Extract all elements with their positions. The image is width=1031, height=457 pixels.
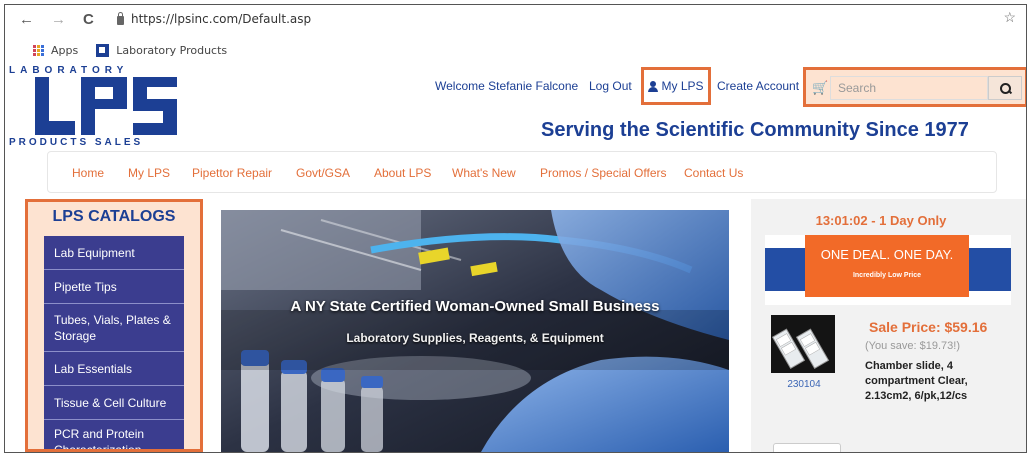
- tagline: Serving the Scientific Community Since 1…: [541, 119, 969, 141]
- web-page: LABORATORY PRODUCTS SALES Welcome Stefan…: [5, 63, 1026, 452]
- nav-govt-gsa[interactable]: Govt/GSA: [296, 166, 350, 180]
- create-account-link[interactable]: Create Account: [717, 79, 799, 93]
- bookmarks-bar: Apps Laboratory Products: [33, 41, 227, 59]
- apps-grid-icon[interactable]: [33, 44, 44, 56]
- forward-arrow-icon[interactable]: →: [51, 11, 66, 28]
- catalog-item-pipette-tips[interactable]: Pipette Tips: [44, 270, 184, 304]
- lock-icon: [117, 11, 124, 25]
- catalog-list: Lab Equipment Pipette Tips Tubes, Vials,…: [44, 236, 184, 449]
- bookmark-star-icon[interactable]: ☆: [1003, 9, 1016, 26]
- nav-pipettor-repair[interactable]: Pipettor Repair: [192, 166, 272, 180]
- back-arrow-icon[interactable]: ←: [19, 11, 34, 28]
- my-lps-label: My LPS: [661, 79, 704, 93]
- nav-about-lps[interactable]: About LPS: [374, 166, 431, 180]
- bookmark-apps[interactable]: Apps: [51, 44, 78, 57]
- catalog-item-tissue-cell-culture[interactable]: Tissue & Cell Culture: [44, 386, 184, 420]
- nav-my-lps[interactable]: My LPS: [128, 166, 170, 180]
- hero-subtitle: Laboratory Supplies, Reagents, & Equipme…: [346, 331, 604, 345]
- bookmark-favicon-icon: [96, 43, 110, 57]
- reload-icon[interactable]: C: [83, 11, 94, 28]
- logo-bottom-text: PRODUCTS SALES: [9, 137, 144, 148]
- deal-timer: 13:01:02 - 1 Day Only: [815, 213, 947, 228]
- catalog-item-lab-equipment[interactable]: Lab Equipment: [44, 236, 184, 270]
- nav-whats-new[interactable]: What's New: [452, 166, 516, 180]
- logo-top-text: LABORATORY: [9, 65, 129, 76]
- lps-logo[interactable]: LABORATORY PRODUCTS SALES: [9, 65, 179, 148]
- hero-title: A NY State Certified Woman-Owned Small B…: [290, 298, 660, 315]
- catalog-item-pcr-protein[interactable]: PCR and Protein Characterization: [44, 420, 184, 449]
- catalog-item-tubes-vials[interactable]: Tubes, Vials, Plates & Storage: [44, 304, 184, 352]
- deal-banner-subtitle: Incredibly Low Price: [852, 272, 922, 279]
- sidebar-title: LPS CATALOGS: [52, 208, 176, 225]
- person-icon: [648, 80, 659, 92]
- nav-home[interactable]: Home: [72, 166, 104, 180]
- product-image[interactable]: [771, 315, 835, 373]
- sale-price: Sale Price: $59.16: [869, 319, 988, 335]
- address-bar[interactable]: https://lpsinc.com/Default.asp: [117, 7, 987, 31]
- daily-deal-panel: 13:01:02 - 1 Day Only ONE DEAL. ONE DAY.…: [751, 199, 1026, 452]
- hero-banner[interactable]: A NY State Certified Woman-Owned Small B…: [221, 210, 729, 452]
- catalog-item-lab-essentials[interactable]: Lab Essentials: [44, 352, 184, 386]
- url-text: https://lpsinc.com/Default.asp: [131, 12, 312, 26]
- search-icon: [999, 82, 1011, 94]
- main-nav: Home My LPS Pipettor Repair Govt/GSA Abo…: [47, 151, 997, 193]
- product-sku-link[interactable]: 230104: [773, 379, 835, 390]
- search-area: 🛒: [803, 67, 1026, 107]
- deal-banner[interactable]: ONE DEAL. ONE DAY. Incredibly Low Price: [765, 235, 1011, 305]
- catalog-sidebar: LPS CATALOGS Lab Equipment Pipette Tips …: [25, 199, 203, 452]
- browser-chrome: ← → C https://lpsinc.com/Default.asp ☆ A…: [5, 5, 1026, 63]
- nav-contact-us[interactable]: Contact Us: [684, 166, 743, 180]
- browser-window: ← → C https://lpsinc.com/Default.asp ☆ A…: [4, 4, 1027, 453]
- welcome-text: Welcome Stefanie Falcone: [435, 79, 579, 93]
- search-input[interactable]: [830, 76, 988, 100]
- deal-banner-badge: ONE DEAL. ONE DAY. Incredibly Low Price: [805, 235, 969, 297]
- lps-logo-mark: [35, 77, 177, 135]
- you-save-text: (You save: $19.73!): [865, 340, 960, 352]
- product-description: Chamber slide, 4 compartment Clear, 2.13…: [865, 360, 968, 402]
- my-lps-link[interactable]: My LPS: [641, 67, 711, 105]
- chamber-slide-image: [771, 315, 835, 373]
- quantity-input[interactable]: [773, 443, 841, 452]
- bookmark-laboratory-products[interactable]: Laboratory Products: [116, 44, 227, 57]
- nav-promos[interactable]: Promos / Special Offers: [540, 166, 667, 180]
- cart-icon[interactable]: 🛒: [812, 80, 828, 96]
- deal-banner-title: ONE DEAL. ONE DAY.: [820, 247, 954, 262]
- search-button[interactable]: [988, 76, 1022, 100]
- logout-link[interactable]: Log Out: [589, 79, 632, 93]
